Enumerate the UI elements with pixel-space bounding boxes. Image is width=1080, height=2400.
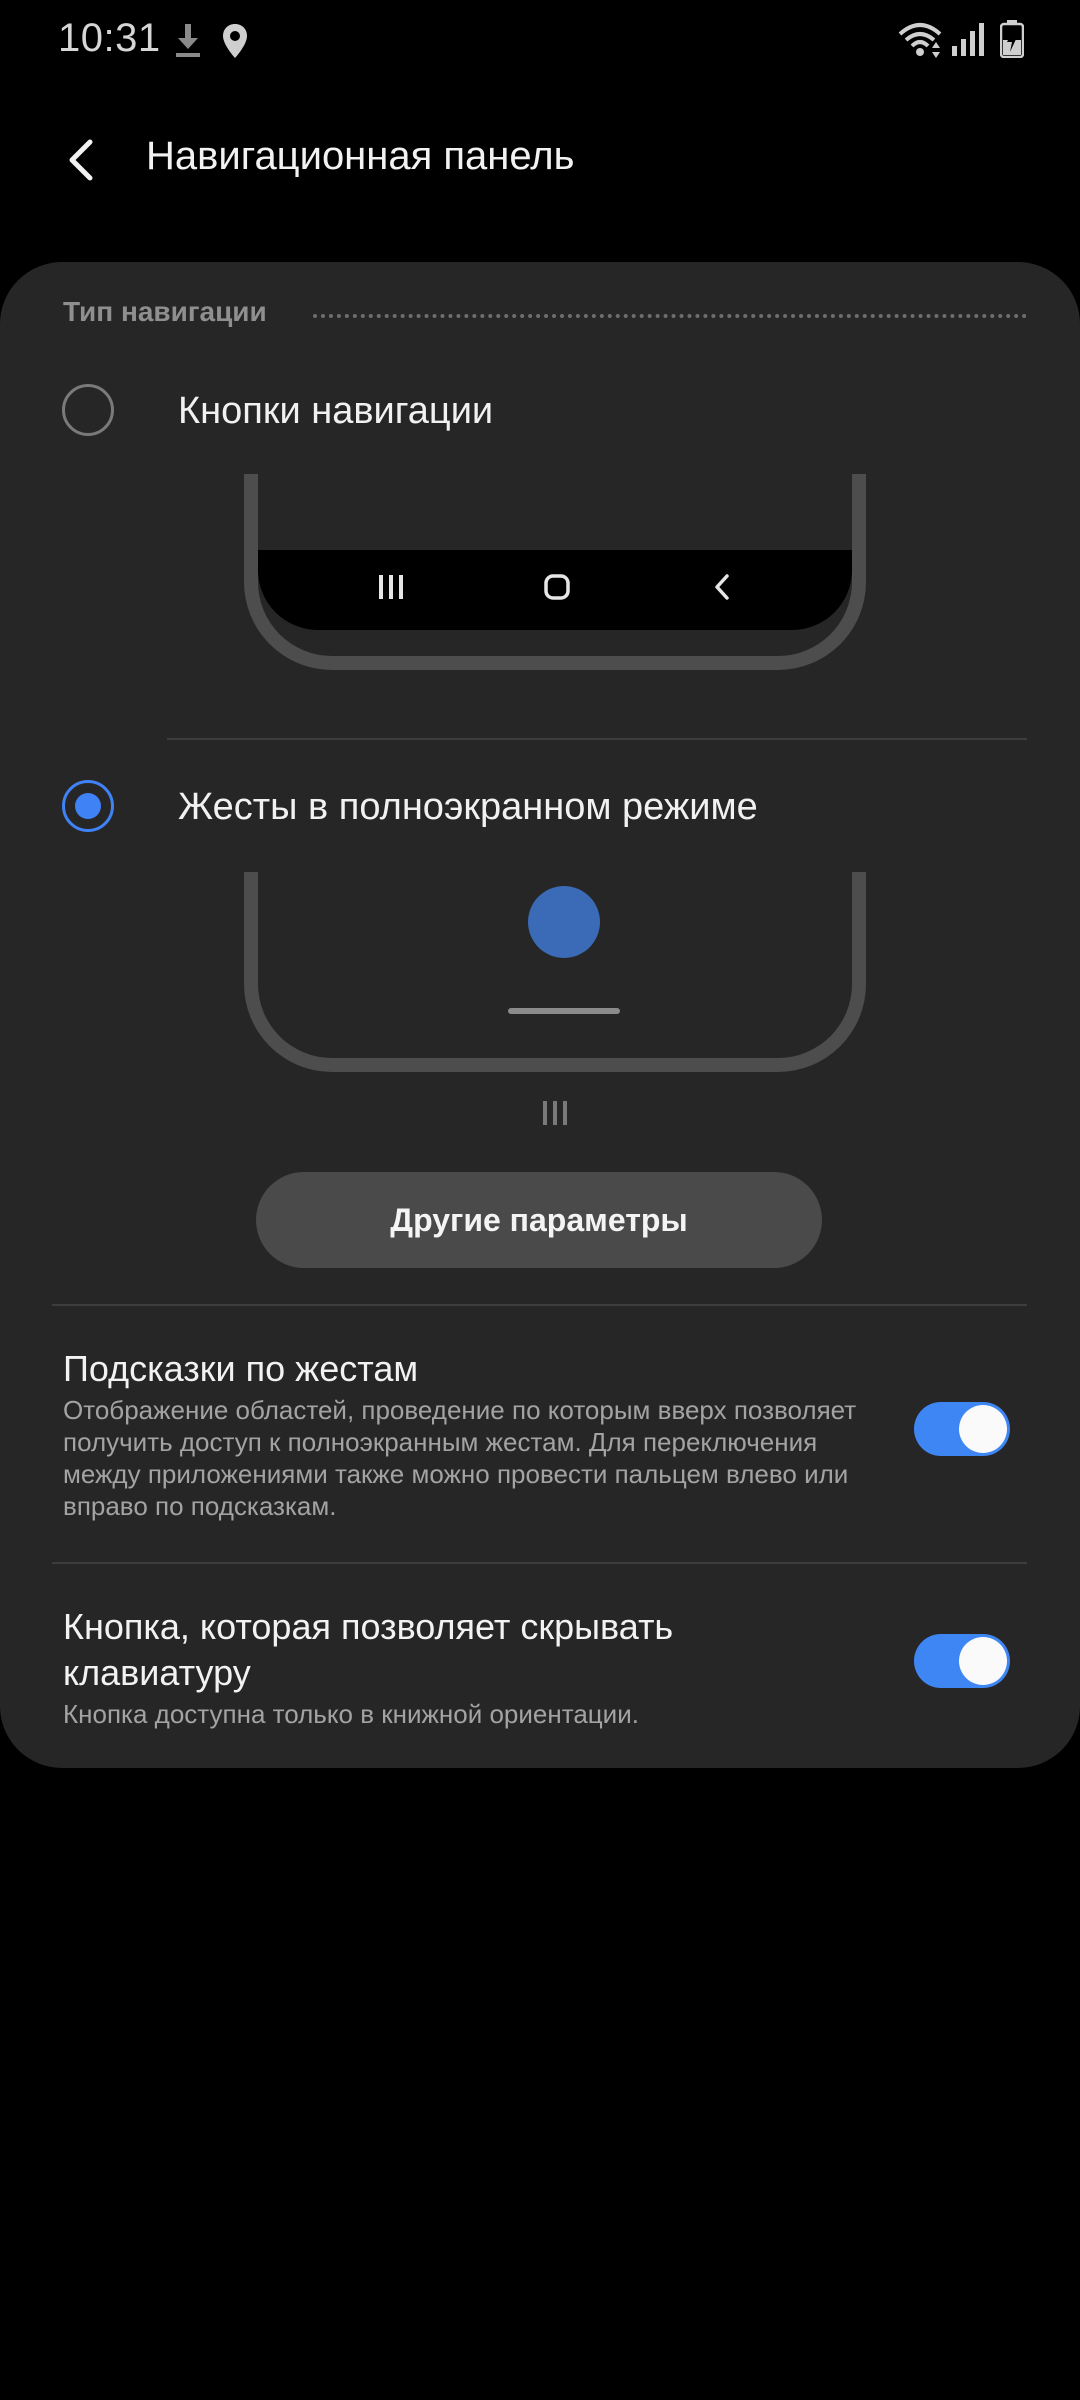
gesture-preview[interactable]	[244, 872, 866, 1072]
gesture-touch-dot	[528, 886, 600, 958]
setting-title: Подсказки по жестам	[63, 1348, 419, 1389]
gesture-hint-bar	[508, 1008, 620, 1014]
gesture-hints-toggle[interactable]	[914, 1402, 1010, 1456]
back-nav-icon	[708, 572, 738, 607]
battery-charging-icon	[1000, 20, 1024, 58]
radio-fullscreen-gestures[interactable]	[62, 780, 114, 832]
more-options-button[interactable]: Другие параметры	[256, 1172, 822, 1268]
radio-navigation-buttons[interactable]	[62, 384, 114, 436]
radio-selected-dot	[75, 793, 101, 819]
hide-keyboard-toggle[interactable]	[914, 1634, 1010, 1688]
app-bar: Навигационная панель	[0, 110, 1080, 210]
recents-icon	[376, 572, 406, 607]
back-button[interactable]	[52, 128, 116, 192]
divider	[52, 1304, 1027, 1306]
divider	[167, 738, 1027, 740]
navigation-buttons-preview[interactable]	[244, 474, 866, 670]
toggle-knob	[959, 1405, 1007, 1453]
option-label: Жесты в полноэкранном режиме	[178, 786, 758, 828]
section-header: Тип навигации	[63, 296, 1027, 336]
location-icon	[222, 24, 248, 58]
section-divider	[313, 314, 1027, 318]
status-bar: 10:31	[0, 0, 1080, 84]
section-label: Тип навигации	[63, 296, 267, 327]
option-label: Кнопки навигации	[178, 390, 494, 432]
home-icon	[542, 572, 572, 607]
divider	[52, 1562, 1027, 1564]
setting-title: Кнопка, которая позволяет скрывать клави…	[63, 1606, 674, 1693]
download-icon	[176, 24, 200, 58]
setting-description: Кнопка доступна только в книжной ориента…	[63, 1699, 639, 1729]
signal-icon	[950, 22, 984, 56]
chevron-left-icon	[69, 139, 93, 181]
status-time: 10:31	[58, 16, 161, 60]
navbar-preview	[258, 550, 852, 630]
recents-icon	[540, 1098, 570, 1133]
page-title: Навигационная панель	[146, 134, 575, 178]
setting-description: Отображение областей, проведение по кото…	[63, 1395, 857, 1521]
wifi-icon	[898, 22, 942, 58]
settings-card: Тип навигации Кнопки навигации Жесты в п…	[0, 262, 1080, 1768]
toggle-knob	[959, 1637, 1007, 1685]
